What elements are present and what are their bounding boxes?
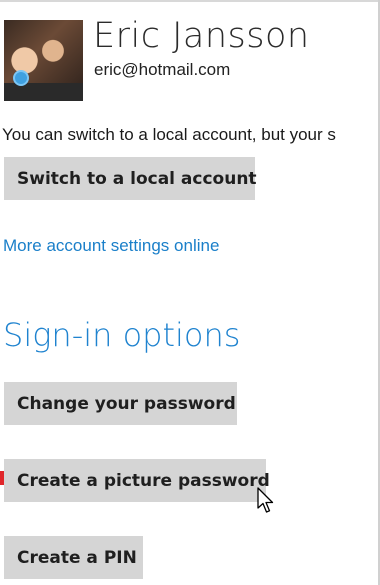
user-avatar bbox=[4, 20, 83, 101]
signin-options-title: Sign-in options bbox=[3, 316, 241, 354]
avatar-shirt bbox=[4, 83, 83, 101]
switch-to-local-account-button[interactable]: Switch to a local account bbox=[4, 157, 257, 200]
account-info-text: You can switch to a local account, but y… bbox=[2, 125, 336, 144]
user-name: Eric Jansson bbox=[93, 16, 310, 56]
mouse-cursor-icon bbox=[257, 487, 274, 513]
change-password-button[interactable]: Change your password bbox=[4, 382, 237, 425]
avatar-pacifier bbox=[13, 70, 29, 86]
create-picture-password-button[interactable]: Create a picture password bbox=[4, 459, 270, 502]
more-account-settings-link[interactable]: More account settings online bbox=[3, 236, 219, 256]
create-pin-button[interactable]: Create a PIN bbox=[4, 536, 143, 579]
user-email: eric@hotmail.com bbox=[94, 60, 231, 79]
top-divider bbox=[0, 0, 380, 2]
